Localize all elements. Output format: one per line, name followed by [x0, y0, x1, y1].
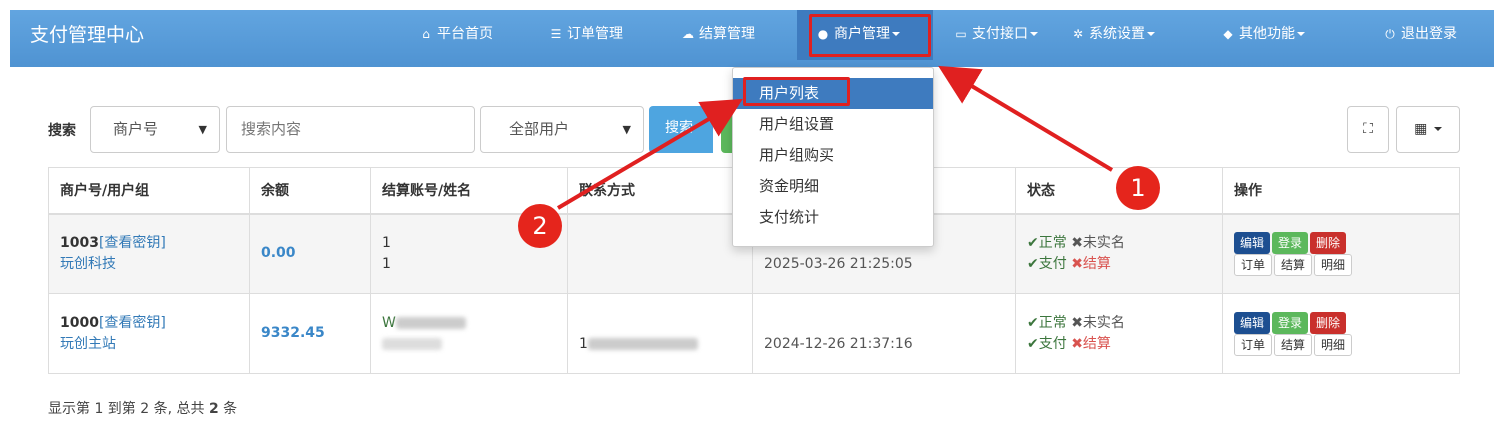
annotation-arrows — [556, 65, 1114, 210]
arrow-1 — [938, 65, 1114, 172]
step-badge-1: 1 — [1116, 166, 1160, 210]
highlight-box-merchant-nav — [809, 14, 931, 57]
highlight-box-user-list — [743, 77, 850, 106]
step-badge-2: 2 — [518, 204, 562, 248]
arrow-2 — [556, 98, 743, 210]
